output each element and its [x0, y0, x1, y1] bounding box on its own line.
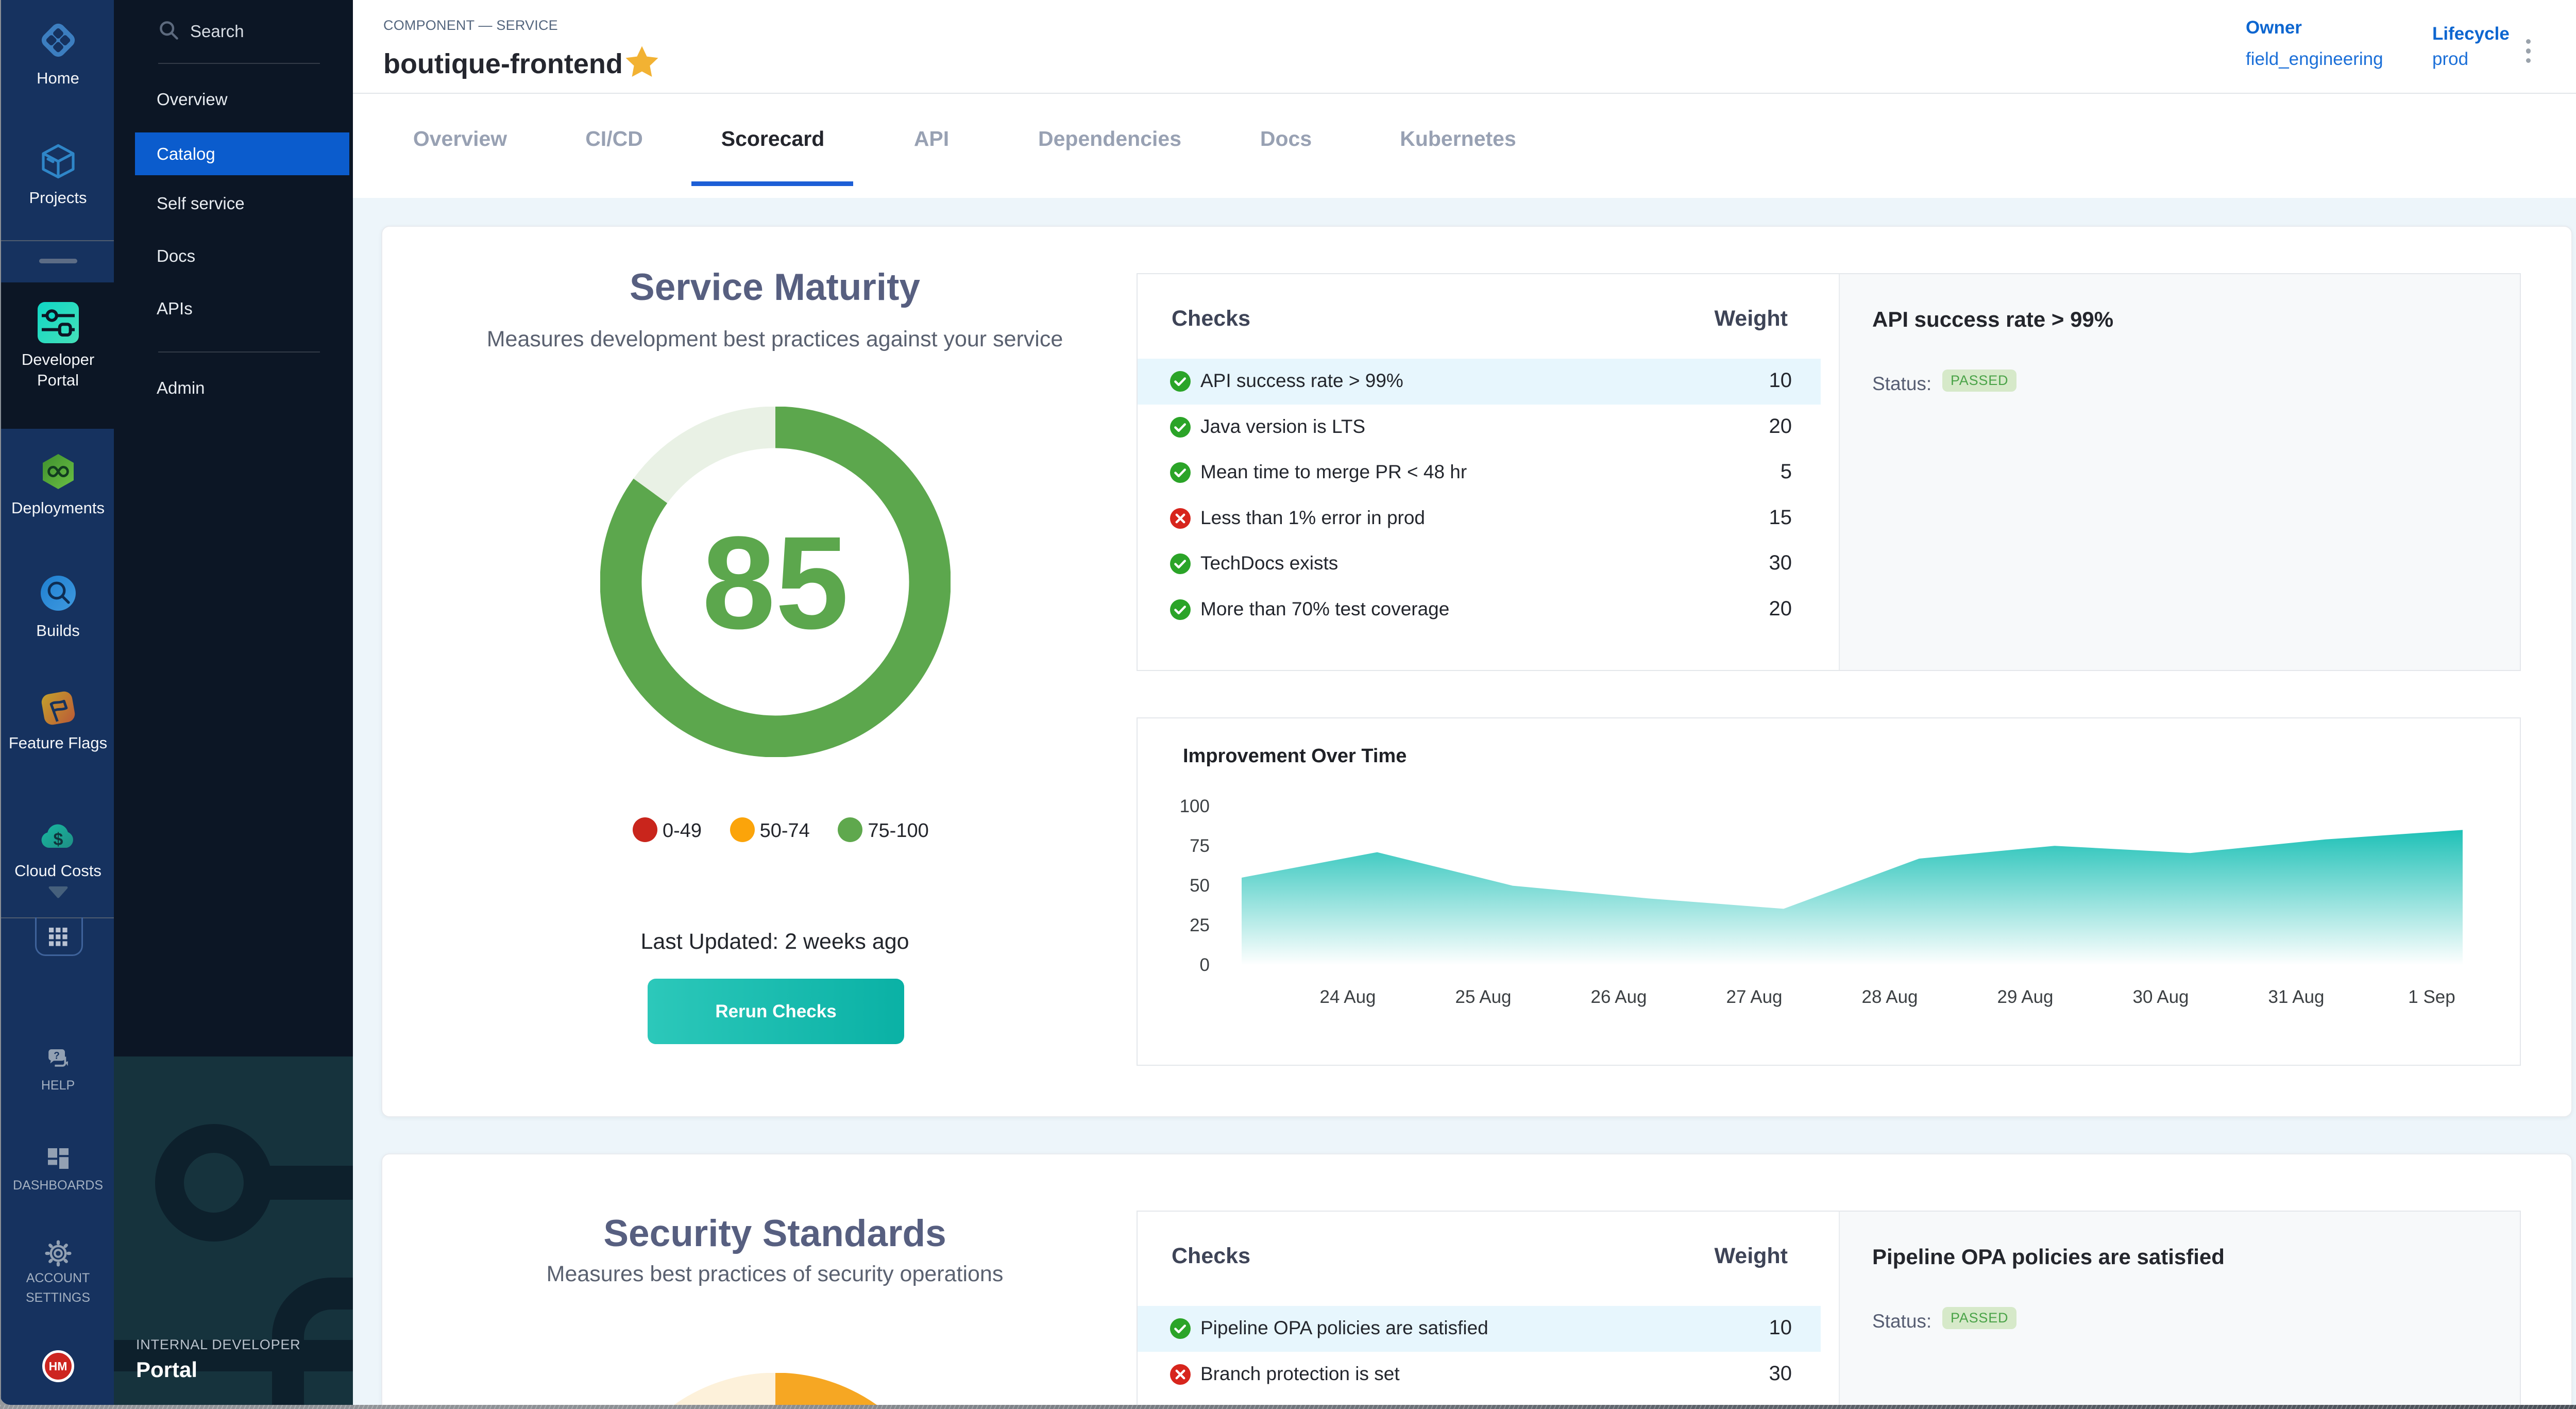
svg-text:75: 75 [1190, 836, 1210, 856]
svg-text:30 Aug: 30 Aug [2133, 987, 2189, 1007]
svg-text:0: 0 [1200, 955, 1210, 975]
svg-text:85: 85 [702, 509, 849, 657]
svg-text:25 Aug: 25 Aug [1455, 987, 1512, 1007]
svg-text:28 Aug: 28 Aug [1862, 987, 1918, 1007]
svg-text:50: 50 [1190, 876, 1210, 896]
svg-text:$: $ [53, 830, 63, 849]
svg-text:100: 100 [1180, 796, 1210, 816]
svg-text:?: ? [54, 1050, 60, 1061]
svg-text:24 Aug: 24 Aug [1320, 987, 1376, 1007]
svg-text:25: 25 [1190, 915, 1210, 935]
svg-text:1 Sep: 1 Sep [2408, 987, 2455, 1007]
svg-text:26 Aug: 26 Aug [1591, 987, 1647, 1007]
svg-text:27 Aug: 27 Aug [1726, 987, 1783, 1007]
svg-text:29 Aug: 29 Aug [1997, 987, 2054, 1007]
svg-text:31 Aug: 31 Aug [2268, 987, 2325, 1007]
